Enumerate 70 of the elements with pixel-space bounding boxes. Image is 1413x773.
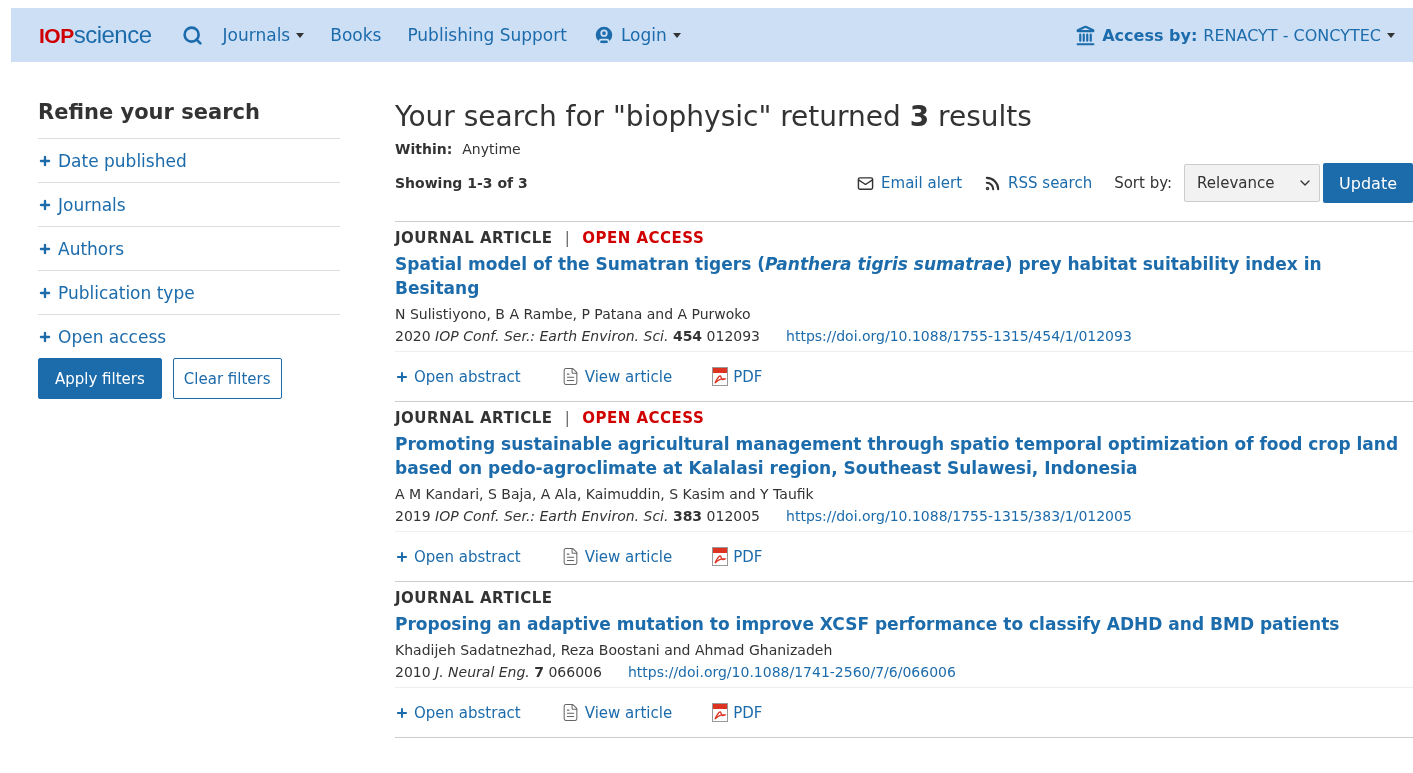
tool-link[interactable]: Email alert xyxy=(857,174,963,192)
plus-icon xyxy=(395,549,409,564)
article-title-link[interactable]: Spatial model of the Sumatran tigers (Panthera tigris sumatrae) prey habitat suitability index in Besitang xyxy=(395,252,1413,300)
nav-link[interactable]: Login xyxy=(592,24,681,46)
article-type: JOURNAL ARTICLE xyxy=(395,589,553,607)
article-citation: 2020 IOP Conf. Ser.: Earth Environ. Sci. 454 012093 xyxy=(395,328,761,344)
doi-link[interactable]: https://doi.org/10.1088/1741-2560/7/6/066006 xyxy=(627,664,956,680)
pdf-icon xyxy=(712,547,729,566)
plus-icon xyxy=(38,285,52,300)
filter-toggle[interactable]: Date published xyxy=(38,138,340,182)
doi-link[interactable]: https://doi.org/10.1088/1755-1315/454/1/012093 xyxy=(786,328,1132,344)
article-type: JOURNAL ARTICLE xyxy=(395,409,553,427)
open-access-label: OPEN ACCESS xyxy=(582,409,705,427)
pdf-icon xyxy=(712,367,729,386)
within-value: Anytime xyxy=(462,141,521,157)
sidebar-title: Refine your search xyxy=(38,100,261,124)
article-authors: Khadijeh Sadatnezhad, Reza Boostani and Ahmad Ghanizadeh xyxy=(395,642,833,658)
caret-icon xyxy=(1387,32,1395,38)
plus-icon xyxy=(38,329,52,344)
sort-select[interactable]: Relevance xyxy=(1184,164,1321,202)
caret-icon xyxy=(296,32,305,38)
site-logo[interactable]: IOPscience xyxy=(39,21,152,49)
plus-icon xyxy=(38,197,52,212)
clear-filters-button[interactable]: Clear filters xyxy=(172,358,282,399)
article-title-link[interactable]: Promoting sustainable agricultural management through spatio temporal optimization of food crop land based on pedo-agroclimate at Kalalasi region, Southeast Sulawesi, Indonesia xyxy=(395,432,1413,480)
within-label: Within: xyxy=(395,141,453,157)
doi-link[interactable]: https://doi.org/10.1088/1755-1315/383/1/012005 xyxy=(786,508,1132,524)
results-heading: Your search for "biophysic" returned 3 results xyxy=(395,100,1033,133)
institution-icon xyxy=(1075,24,1097,46)
caret-icon xyxy=(672,32,681,38)
plus-icon xyxy=(38,153,52,168)
article-action-link[interactable]: View article xyxy=(560,703,673,722)
separator: | xyxy=(564,409,571,427)
plus-icon xyxy=(395,369,409,384)
article-action-link[interactable]: Open abstract xyxy=(395,547,521,566)
article-action-link[interactable]: View article xyxy=(560,367,673,386)
access-menu[interactable]: Access by: RENACYT - CONCYTEC xyxy=(1075,24,1395,46)
rss-icon xyxy=(984,174,1002,192)
mail-icon xyxy=(857,174,875,192)
article-action-link[interactable]: PDF xyxy=(712,547,763,566)
nav-link[interactable]: Journals xyxy=(222,25,305,45)
open-access-label: OPEN ACCESS xyxy=(582,229,705,247)
tool-link[interactable]: RSS search xyxy=(984,174,1093,192)
apply-filters-button[interactable]: Apply filters xyxy=(38,358,162,399)
article-citation: 2019 IOP Conf. Ser.: Earth Environ. Sci. 383 012005 xyxy=(395,508,761,524)
nav-link[interactable]: Books xyxy=(330,25,382,45)
article-title-link[interactable]: Proposing an adaptive mutation to improve XCSF performance to classify ADHD and BMD patients xyxy=(395,612,1413,636)
article-action-link[interactable]: Open abstract xyxy=(395,703,521,722)
results-count: Showing 1-3 of 3 xyxy=(395,175,528,191)
article-action-link[interactable]: View article xyxy=(560,547,673,566)
nav-link[interactable]: Publishing Support xyxy=(407,25,567,45)
filter-toggle[interactable]: Publication type xyxy=(38,270,340,314)
sort-label: Sort by: xyxy=(1114,174,1173,192)
article-authors: N Sulistiyono, B A Rambe, P Patana and A Purwoko xyxy=(395,306,751,322)
search-button[interactable] xyxy=(181,24,203,46)
article-action-link[interactable]: Open abstract xyxy=(395,367,521,386)
article-authors: A M Kandari, S Baja, A Ala, Kaimuddin, S Kasim and Y Taufik xyxy=(395,486,814,502)
search-icon xyxy=(181,24,203,46)
separator: | xyxy=(564,229,571,247)
filter-toggle[interactable]: Authors xyxy=(38,226,340,270)
pdf-icon xyxy=(712,703,729,722)
update-button[interactable]: Update xyxy=(1323,163,1413,203)
filter-toggle[interactable]: Journals xyxy=(38,182,340,226)
article-type: JOURNAL ARTICLE xyxy=(395,229,553,247)
article-action-link[interactable]: PDF xyxy=(712,367,763,386)
plus-icon xyxy=(38,241,52,256)
plus-icon xyxy=(395,705,409,720)
article-citation: 2010 J. Neural Eng. 7 066006 xyxy=(395,664,602,680)
article-action-link[interactable]: PDF xyxy=(712,703,763,722)
user-icon xyxy=(592,24,615,46)
